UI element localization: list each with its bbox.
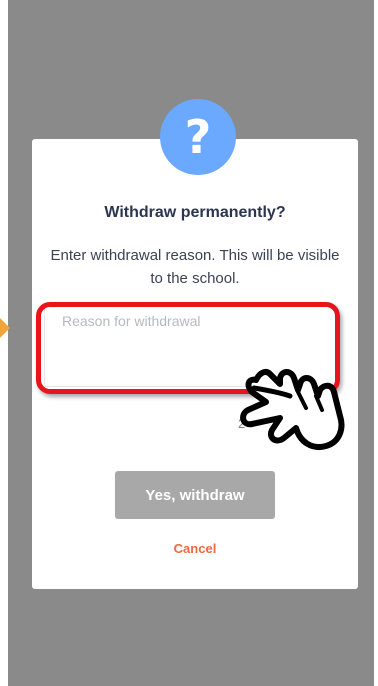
yes-withdraw-button[interactable]: Yes, withdraw xyxy=(115,471,275,519)
cancel-button[interactable]: Cancel xyxy=(150,541,240,556)
edge-arrow-indicator xyxy=(0,318,10,338)
dialog-message: Enter withdrawal reason. This will be vi… xyxy=(50,247,340,287)
dialog-title: Withdraw permanently? xyxy=(104,204,286,221)
question-mark-icon: ? xyxy=(160,99,236,175)
pointing-hand-icon xyxy=(240,369,345,450)
